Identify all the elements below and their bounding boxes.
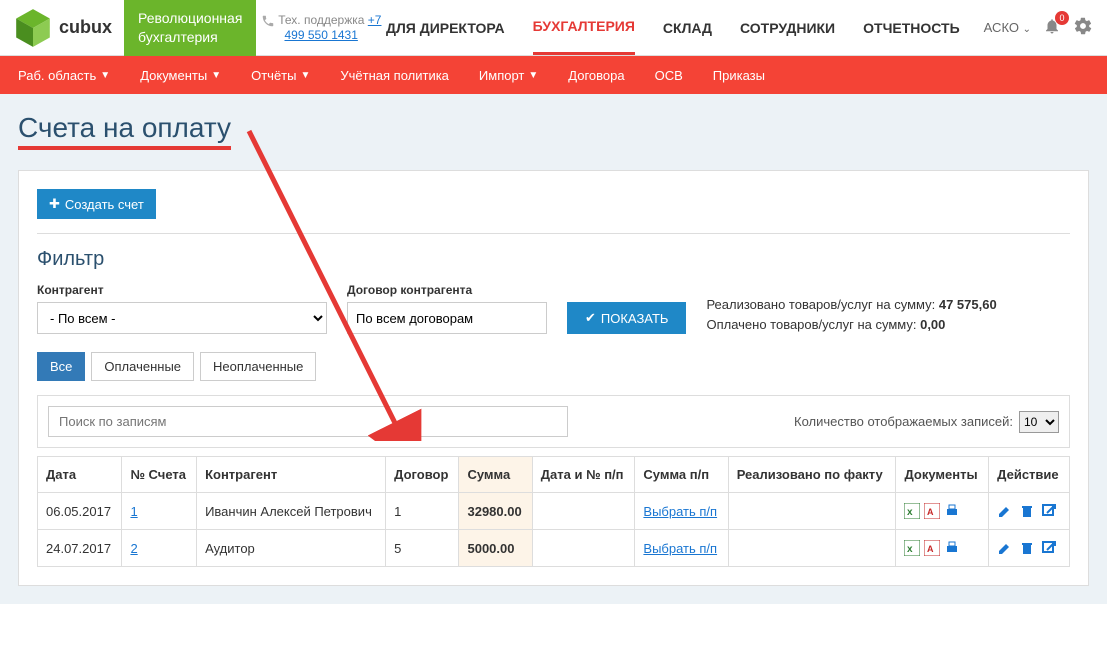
cell-date: 24.07.2017	[38, 530, 122, 567]
subnav-import[interactable]: Импорт ▼	[479, 68, 538, 83]
edit-icon[interactable]	[997, 540, 1013, 556]
col-pp-sum[interactable]: Сумма п/п	[635, 457, 728, 493]
logo-text: cubux	[59, 17, 112, 38]
edit-icon[interactable]	[997, 503, 1013, 519]
nav-reports[interactable]: ОТЧЕТНОСТЬ	[863, 2, 960, 54]
cell-pp-date	[532, 530, 635, 567]
tab-unpaid[interactable]: Неоплаченные	[200, 352, 316, 381]
table-row: 24.07.2017 2 Аудитор 5 5000.00 Выбрать п…	[38, 530, 1070, 567]
cell-date: 06.05.2017	[38, 493, 122, 530]
contract-label: Договор контрагента	[347, 283, 547, 297]
cell-sum: 32980.00	[459, 493, 532, 530]
user-dropdown[interactable]: АСКО ⌄	[984, 20, 1031, 35]
delete-icon[interactable]	[1019, 503, 1035, 519]
pdf-icon[interactable]: A	[924, 503, 940, 519]
create-invoice-button[interactable]: ✚ Создать счет	[37, 189, 156, 219]
delete-icon[interactable]	[1019, 540, 1035, 556]
summary-block: Реализовано товаров/услуг на сумму: 47 5…	[706, 295, 996, 334]
search-input[interactable]	[48, 406, 568, 437]
pdf-icon[interactable]: A	[924, 540, 940, 556]
cell-contract: 1	[386, 493, 459, 530]
svg-text:x: x	[907, 544, 913, 555]
tab-all[interactable]: Все	[37, 352, 85, 381]
sub-nav: Раб. область ▼ Документы ▼ Отчёты ▼ Учёт…	[0, 56, 1107, 94]
open-icon[interactable]	[1041, 540, 1057, 556]
tagline: Революционная бухгалтерия	[124, 0, 256, 56]
subnav-contracts[interactable]: Договора	[568, 68, 624, 83]
col-contract[interactable]: Договор	[386, 457, 459, 493]
subnav-documents[interactable]: Документы ▼	[140, 68, 221, 83]
nav-warehouse[interactable]: СКЛАД	[663, 2, 712, 54]
print-icon[interactable]	[944, 540, 960, 556]
logo-cube-icon	[12, 7, 54, 49]
logo[interactable]: cubux	[0, 7, 124, 49]
main-nav: ДЛЯ ДИРЕКТОРА БУХГАЛТЕРИЯ СКЛАД СОТРУДНИ…	[386, 0, 970, 55]
print-icon[interactable]	[944, 503, 960, 519]
cell-contragent: Иванчин Алексей Петрович	[197, 493, 386, 530]
nav-employees[interactable]: СОТРУДНИКИ	[740, 2, 835, 54]
col-action[interactable]: Действие	[989, 457, 1070, 493]
tab-paid[interactable]: Оплаченные	[91, 352, 194, 381]
contragent-select[interactable]: - По всем -	[37, 302, 327, 334]
select-pp-link[interactable]: Выбрать п/п	[643, 541, 717, 556]
svg-text:A: A	[927, 507, 934, 517]
excel-icon[interactable]: x	[904, 503, 920, 519]
col-num[interactable]: № Счета	[122, 457, 197, 493]
svg-text:x: x	[907, 507, 913, 518]
cell-contract: 5	[386, 530, 459, 567]
col-date[interactable]: Дата	[38, 457, 122, 493]
subnav-policy[interactable]: Учётная политика	[340, 68, 449, 83]
annotation-arrow	[219, 121, 619, 441]
invoice-num-link[interactable]: 1	[130, 504, 137, 519]
contract-input[interactable]	[347, 302, 547, 334]
contragent-label: Контрагент	[37, 283, 327, 297]
subnav-reports[interactable]: Отчёты ▼	[251, 68, 310, 83]
invoices-table: Дата № Счета Контрагент Договор Сумма Да…	[37, 456, 1070, 567]
col-sum[interactable]: Сумма	[459, 457, 532, 493]
nav-director[interactable]: ДЛЯ ДИРЕКТОРА	[386, 2, 505, 54]
page-size-select[interactable]: 10	[1019, 411, 1059, 433]
table-row: 06.05.2017 1 Иванчин Алексей Петрович 1 …	[38, 493, 1070, 530]
gear-icon[interactable]	[1073, 16, 1093, 39]
page-title: Счета на оплату	[18, 112, 231, 150]
cell-pp-date	[532, 493, 635, 530]
col-pp-date[interactable]: Дата и № п/п	[532, 457, 635, 493]
cell-contragent: Аудитор	[197, 530, 386, 567]
notification-badge: 0	[1055, 11, 1069, 25]
excel-icon[interactable]: x	[904, 540, 920, 556]
check-icon: ✔	[585, 310, 596, 326]
chevron-down-icon: ⌄	[1023, 24, 1031, 35]
pager-label: Количество отображаемых записей:	[794, 414, 1013, 429]
subnav-workspace[interactable]: Раб. область ▼	[18, 68, 110, 83]
notifications-icon[interactable]: 0	[1043, 17, 1061, 38]
select-pp-link[interactable]: Выбрать п/п	[643, 504, 717, 519]
show-button[interactable]: ✔ ПОКАЗАТЬ	[567, 302, 686, 334]
open-icon[interactable]	[1041, 503, 1057, 519]
cell-fact	[728, 493, 896, 530]
invoice-num-link[interactable]: 2	[130, 541, 137, 556]
cell-fact	[728, 530, 896, 567]
subnav-orders[interactable]: Приказы	[713, 68, 765, 83]
cell-sum: 5000.00	[459, 530, 532, 567]
col-docs[interactable]: Документы	[896, 457, 989, 493]
col-contragent[interactable]: Контрагент	[197, 457, 386, 493]
svg-text:A: A	[927, 544, 934, 554]
nav-accounting[interactable]: БУХГАЛТЕРИЯ	[533, 0, 635, 55]
support-info: Тех. поддержка +7 499 550 1431	[256, 13, 386, 42]
col-fact[interactable]: Реализовано по факту	[728, 457, 896, 493]
subnav-osv[interactable]: ОСВ	[655, 68, 683, 83]
plus-icon: ✚	[49, 196, 60, 212]
filter-title: Фильтр	[37, 248, 1070, 271]
